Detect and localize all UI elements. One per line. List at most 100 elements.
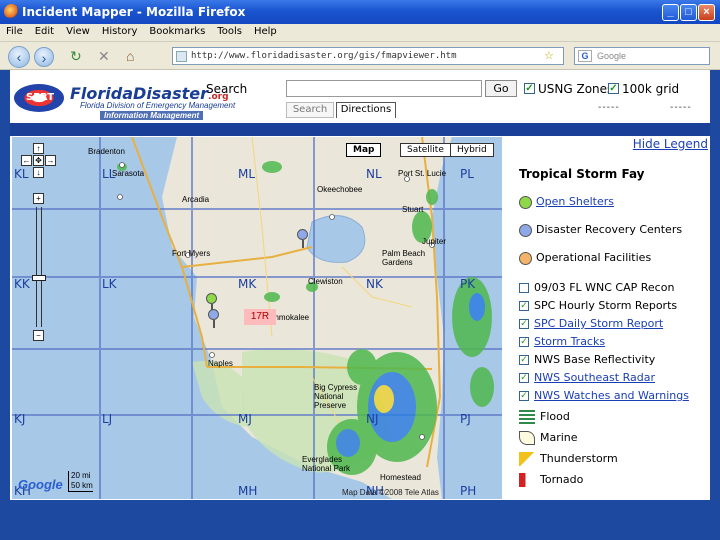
tornado-icon — [519, 473, 535, 487]
layer-row[interactable]: ✓ Storm Tracks — [519, 335, 605, 348]
pan-center-icon[interactable]: ✥ — [33, 155, 44, 166]
menu-bookmarks[interactable]: Bookmarks — [143, 24, 211, 39]
usng-label: MK — [238, 277, 257, 291]
google-logo[interactable]: Google — [18, 477, 63, 492]
browser-search-input[interactable]: G Google — [574, 47, 710, 65]
shelter-marker[interactable] — [206, 293, 217, 312]
map-view[interactable]: Bradenton Sarasota Arcadia Fort Myers Na… — [12, 137, 502, 499]
place-label: Stuart — [402, 205, 424, 214]
menu-edit[interactable]: Edit — [29, 24, 60, 39]
close-button[interactable]: × — [698, 4, 715, 21]
usng-label: LJ — [102, 412, 113, 426]
layer-checkbox[interactable]: ✓ — [519, 355, 529, 365]
minimize-button[interactable]: _ — [662, 4, 679, 21]
map-type-hybrid-button[interactable]: Hybrid — [450, 143, 494, 157]
logo-subtitle2: Information Management — [100, 111, 204, 120]
menu-tools[interactable]: Tools — [211, 24, 248, 39]
recovery-center-marker[interactable] — [208, 309, 219, 328]
header-band — [10, 123, 710, 136]
legend-symbol-label: Tornado — [540, 473, 584, 486]
bookmark-star-icon[interactable]: ☆ — [544, 49, 554, 62]
maximize-button[interactable]: □ — [680, 4, 697, 21]
layer-checkbox[interactable]: ✓ — [519, 337, 529, 347]
menu-view[interactable]: View — [60, 24, 96, 39]
layer-label: SPC Hourly Storm Reports — [534, 299, 678, 312]
layer-row[interactable]: ✓ NWS Base Reflectivity — [519, 353, 655, 366]
layer-row[interactable]: ✓ SPC Hourly Storm Reports — [519, 299, 677, 312]
usng-label: KJ — [14, 412, 26, 426]
pan-right-icon[interactable]: → — [45, 155, 56, 166]
legend-panel: Hide Legend Tropical Storm Fay Open Shel… — [515, 137, 710, 499]
layer-label: NWS Watches and Warnings — [534, 389, 689, 402]
usng-label: MH — [238, 484, 258, 498]
url-input[interactable]: http://www.floridadisaster.org/gis/fmapv… — [172, 47, 564, 65]
menu-bar: File Edit View History Bookmarks Tools Help — [0, 24, 720, 42]
legend-symbol-label: Flood — [540, 410, 570, 423]
grid-label: 100k grid — [622, 82, 680, 96]
layer-label: Storm Tracks — [534, 335, 606, 348]
place-label: Naples — [208, 359, 233, 368]
zoom-in-icon[interactable]: + — [33, 193, 44, 204]
layer-checkbox[interactable]: ✓ — [519, 373, 529, 383]
recovery-center-marker[interactable] — [297, 229, 308, 248]
zoom-out-icon[interactable]: − — [33, 330, 44, 341]
grid-checkbox[interactable]: ✓ — [608, 83, 619, 94]
layer-checkbox[interactable]: ✓ — [519, 301, 529, 311]
back-icon[interactable]: ‹ — [8, 46, 30, 68]
dashes-left: ----- — [598, 102, 620, 113]
legend-flood: Flood — [519, 410, 570, 424]
map-type-map-button[interactable]: Map — [346, 143, 382, 157]
menu-file[interactable]: File — [0, 24, 29, 39]
usng-label: NK — [366, 277, 383, 291]
map-copyright: Map Data ©2008 Tele Atlas — [342, 488, 439, 497]
pan-left-icon[interactable]: ← — [21, 155, 32, 166]
usng-checkbox[interactable]: ✓ — [524, 83, 535, 94]
window-titlebar: Incident Mapper - Mozilla Firefox _ □ × — [0, 0, 720, 24]
menu-history[interactable]: History — [96, 24, 144, 39]
site-header: SERT FloridaDisaster.org Florida Divisio… — [10, 70, 710, 120]
menu-help[interactable]: Help — [248, 24, 283, 39]
place-label: Okeechobee — [317, 185, 363, 194]
layer-label: NWS Base Reflectivity — [534, 353, 656, 366]
layer-row[interactable]: ✓ SPC Daily Storm Report — [519, 317, 663, 330]
layer-checkbox[interactable]: ✓ — [519, 319, 529, 329]
google-search-icon[interactable]: G — [578, 50, 592, 62]
legend-open-shelters[interactable]: Open Shelters — [519, 195, 614, 209]
place-label: Jupiter — [422, 237, 447, 246]
layer-checkbox[interactable] — [519, 283, 529, 293]
reload-icon[interactable]: ↻ — [70, 48, 82, 65]
tab-search[interactable]: Search — [286, 102, 334, 118]
pan-down-icon[interactable]: ↓ — [33, 167, 44, 178]
layer-label: NWS Southeast Radar — [534, 371, 655, 384]
marine-icon — [519, 431, 535, 445]
map-type-satellite-button[interactable]: Satellite — [400, 143, 451, 157]
legend-recovery-centers: Disaster Recovery Centers — [519, 223, 682, 237]
tab-directions[interactable]: Directions — [336, 102, 396, 118]
stop-icon[interactable]: ✕ — [98, 48, 110, 65]
layer-row[interactable]: 09/03 FL WNC CAP Recon — [519, 281, 674, 294]
place-label: Big Cypress National Preserve — [314, 383, 358, 410]
layer-checkbox[interactable]: ✓ — [519, 391, 529, 401]
hide-legend-link[interactable]: Hide Legend — [633, 137, 708, 151]
legend-label: Disaster Recovery Centers — [536, 223, 683, 236]
zoom-slider-handle[interactable] — [32, 275, 46, 281]
home-icon[interactable]: ⌂ — [126, 48, 134, 64]
window-title: Incident Mapper - Mozilla Firefox — [22, 5, 246, 19]
usng-label: NL — [366, 167, 382, 181]
layer-row[interactable]: ✓ NWS Southeast Radar — [519, 371, 655, 384]
legend-label: Operational Facilities — [536, 251, 652, 264]
layer-label: SPC Daily Storm Report — [534, 317, 664, 330]
go-button[interactable]: Go — [485, 80, 517, 97]
flood-icon — [519, 410, 535, 424]
pan-up-icon[interactable]: ↑ — [33, 143, 44, 154]
forward-icon[interactable]: › — [34, 47, 54, 67]
layer-label: 09/03 FL WNC CAP Recon — [534, 281, 675, 294]
zoom-slider-track[interactable] — [36, 207, 42, 327]
layer-row[interactable]: ✓ NWS Watches and Warnings — [519, 389, 689, 402]
legend-symbol-label: Thunderstorm — [540, 452, 618, 465]
place-label: Arcadia — [182, 195, 210, 204]
usng-label: ML — [238, 167, 256, 181]
map-scale: 20 mi 50 km — [68, 471, 93, 492]
location-search-input[interactable] — [286, 80, 482, 97]
dashes-right: ----- — [670, 102, 692, 113]
